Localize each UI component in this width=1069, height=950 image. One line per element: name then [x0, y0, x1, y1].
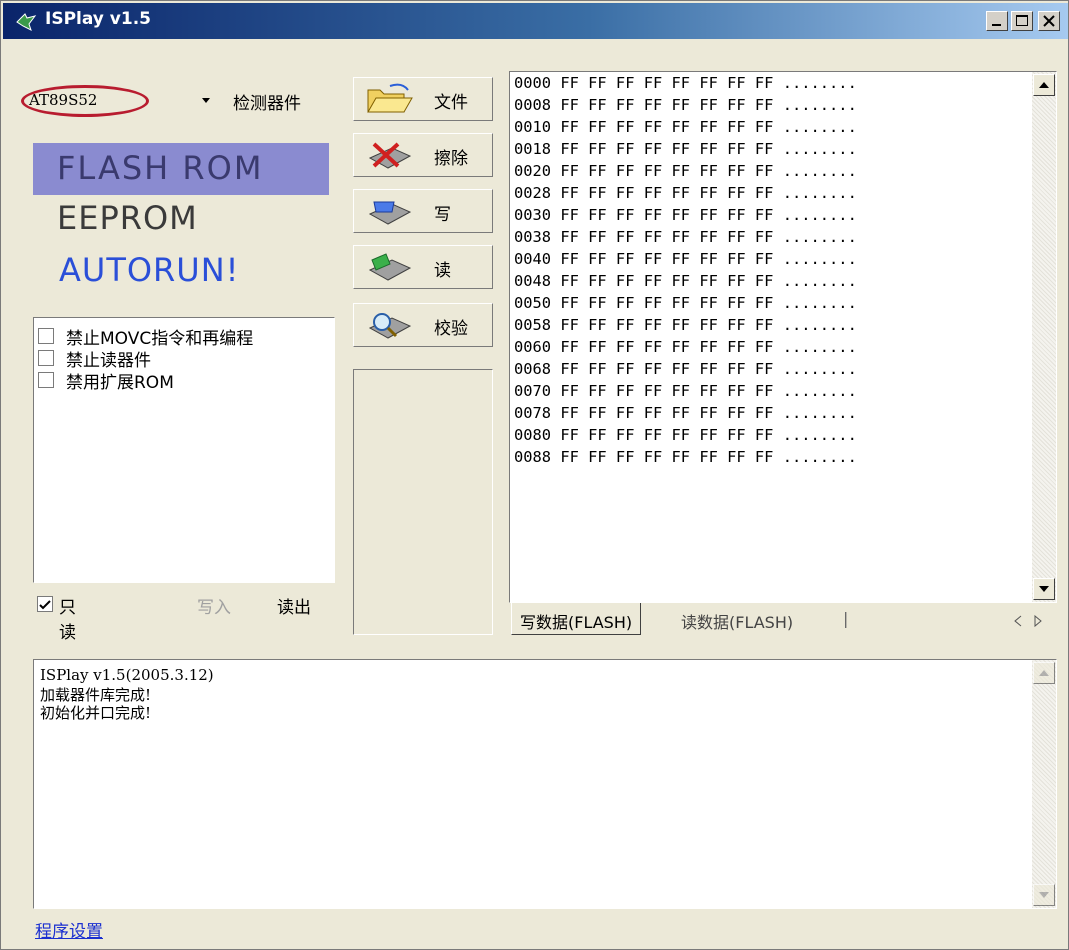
checkbox[interactable] — [38, 328, 54, 344]
hex-row: 0080 FF FF FF FF FF FF FF FF ........ — [514, 426, 857, 444]
chip-highlight-ring — [21, 85, 149, 117]
hex-row: 0018 FF FF FF FF FF FF FF FF ........ — [514, 140, 857, 158]
window-title: ISPlay v1.5 — [45, 9, 152, 29]
chevron-down-icon[interactable] — [191, 87, 221, 113]
check-icon — [39, 600, 51, 610]
hex-row: 0040 FF FF FF FF FF FF FF FF ........ — [514, 250, 857, 268]
minimize-button[interactable] — [986, 11, 1008, 31]
app-icon — [16, 13, 37, 31]
log-output[interactable]: ISPlay v1.5(2005.3.12) 加载器件库完成! 初始化并口完成! — [33, 659, 1057, 909]
side-blank-panel — [353, 369, 493, 635]
tab-read-data[interactable]: 读数据(FLASH) — [681, 609, 793, 633]
hex-row: 0070 FF FF FF FF FF FF FF FF ........ — [514, 382, 857, 400]
write-button[interactable]: 写 — [353, 189, 493, 233]
verify-chip-icon — [368, 313, 412, 339]
tab-write-data[interactable]: 写数据(FLASH) — [511, 603, 642, 635]
tab-scroll-arrows-icon[interactable] — [1007, 611, 1047, 631]
hex-row: 0010 FF FF FF FF FF FF FF FF ........ — [514, 118, 857, 136]
verify-button[interactable]: 校验 — [353, 303, 493, 347]
minimize-icon — [992, 24, 1001, 26]
hex-row: 0050 FF FF FF FF FF FF FF FF ........ — [514, 294, 857, 312]
log-scroll-up-button[interactable] — [1033, 662, 1055, 684]
hex-row: 0038 FF FF FF FF FF FF FF FF ........ — [514, 228, 857, 246]
mode-flash-rom-label: FLASH ROM — [57, 149, 264, 187]
hex-row: 0088 FF FF FF FF FF FF FF FF ........ — [514, 448, 857, 466]
hex-row: 0030 FF FF FF FF FF FF FF FF ........ — [514, 206, 857, 224]
hex-row: 0008 FF FF FF FF FF FF FF FF ........ — [514, 96, 857, 114]
read-button[interactable]: 读 — [353, 245, 493, 289]
write-chip-icon — [368, 201, 412, 225]
maximize-icon — [1016, 15, 1028, 26]
mode-eeprom[interactable]: EEPROM — [57, 199, 198, 237]
hex-scroll-down-button[interactable] — [1033, 578, 1055, 600]
log-line: ISPlay v1.5(2005.3.12) — [40, 666, 214, 684]
close-icon — [1043, 15, 1055, 27]
checkbox[interactable] — [38, 372, 54, 388]
log-scroll-down-button[interactable] — [1033, 884, 1055, 906]
file-button[interactable]: 文件 — [353, 77, 493, 121]
hex-row: 0028 FF FF FF FF FF FF FF FF ........ — [514, 184, 857, 202]
read-chip-icon — [368, 253, 412, 281]
arrow-down-icon — [1039, 892, 1049, 898]
data-tabs: 写数据(FLASH) 读数据(FLASH) | — [509, 603, 1057, 637]
title-bar[interactable]: ISPlay v1.5 — [3, 3, 1068, 39]
mode-autorun[interactable]: AUTORUN! — [59, 251, 239, 289]
arrow-up-icon — [1039, 670, 1049, 676]
hex-row: 0020 FF FF FF FF FF FF FF FF ........ — [514, 162, 857, 180]
detect-device-button[interactable]: 检测器件 — [233, 89, 301, 114]
erase-button[interactable]: 擦除 — [353, 133, 493, 177]
program-settings-link[interactable]: 程序设置 — [35, 917, 103, 942]
tab-separator: | — [843, 609, 849, 628]
lock-options-list: 禁止MOVC指令和再编程 禁止读器件 禁用扩展ROM — [33, 317, 335, 583]
log-line: 初始化并口完成! — [40, 704, 152, 722]
hex-row: 0000 FF FF FF FF FF FF FF FF ........ — [514, 74, 857, 92]
hex-row: 0068 FF FF FF FF FF FF FF FF ........ — [514, 360, 857, 378]
log-scrollbar[interactable] — [1032, 660, 1056, 908]
read-out-button[interactable]: 读出 — [277, 593, 311, 618]
hex-scrollbar[interactable] — [1032, 72, 1056, 602]
arrow-up-icon — [1039, 82, 1049, 88]
hex-data-view[interactable]: 0000 FF FF FF FF FF FF FF FF ........ 00… — [509, 71, 1057, 603]
maximize-button[interactable] — [1011, 11, 1033, 31]
hex-row: 0078 FF FF FF FF FF FF FF FF ........ — [514, 404, 857, 422]
checkbox[interactable] — [37, 596, 53, 612]
arrow-down-icon — [1039, 586, 1049, 592]
write-in-button[interactable]: 写入 — [197, 593, 231, 618]
main-window: ISPlay v1.5 AT89S52 检测器件 FLASH ROM EEPRO… — [0, 0, 1069, 950]
folder-open-icon — [367, 83, 413, 113]
erase-chip-icon — [368, 142, 412, 169]
mode-flash-rom[interactable]: FLASH ROM — [33, 143, 329, 195]
hex-row: 0048 FF FF FF FF FF FF FF FF ........ — [514, 272, 857, 290]
checkbox[interactable] — [38, 350, 54, 366]
hex-row: 0060 FF FF FF FF FF FF FF FF ........ — [514, 338, 857, 356]
close-button[interactable] — [1038, 11, 1060, 31]
hex-row: 0058 FF FF FF FF FF FF FF FF ........ — [514, 316, 857, 334]
hex-scroll-up-button[interactable] — [1033, 74, 1055, 96]
